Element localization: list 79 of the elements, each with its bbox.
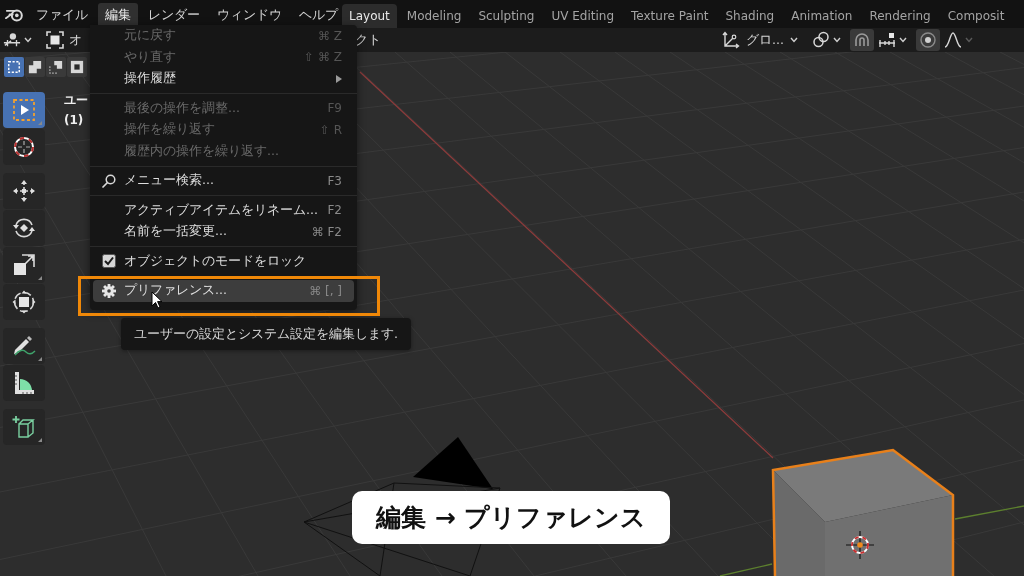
workspace-tab[interactable]: Modeling — [399, 4, 469, 28]
magnet-icon — [853, 31, 871, 49]
ruler-icon — [12, 371, 36, 395]
tool-button[interactable] — [3, 173, 45, 209]
proportional-edit-toggle[interactable] — [916, 29, 940, 51]
shortcut-label: F3 — [327, 173, 342, 188]
mode-dropdown[interactable]: オ — [43, 29, 85, 51]
chevron-down-icon — [833, 37, 841, 43]
menu-item[interactable]: メニュー検索... F3 — [93, 170, 354, 192]
chevron-down-icon — [899, 37, 907, 43]
select-mode-button[interactable] — [67, 57, 87, 77]
orientation-dropdown[interactable]: グロ... — [717, 29, 803, 51]
select-mode-button[interactable] — [46, 57, 66, 77]
workspace-tab[interactable]: Sculpting — [471, 4, 542, 28]
workspace-tab[interactable]: Composit — [940, 4, 1012, 28]
shortcut-label: ⌘ [, ] — [309, 283, 342, 298]
shortcut-label: ⇧ R — [319, 122, 342, 137]
dashed-square-icon — [7, 60, 21, 74]
menu-item[interactable]: ファイル — [29, 2, 95, 28]
header-menu-item[interactable]: クト — [352, 29, 384, 51]
workspace-tab[interactable]: Rendering — [862, 4, 938, 28]
workspace-tab[interactable]: Animation — [784, 4, 860, 28]
chevron-down-icon — [965, 37, 973, 43]
tool-button[interactable] — [3, 247, 45, 283]
y-axis-line — [719, 563, 773, 576]
crosshair-icon — [845, 530, 875, 560]
menu-item[interactable]: ヘルプ — [292, 2, 345, 28]
caption-label: 編集 → プリファレンス — [352, 491, 671, 544]
workspace-tab[interactable]: Shading — [718, 4, 782, 28]
viewport-info-text: (1) — [64, 113, 85, 127]
tooltip: ユーザーの設定とシステム設定を編集します. — [121, 318, 411, 350]
menu-item[interactable]: 操作履歴 — [93, 68, 354, 90]
linked-rings-icon — [812, 31, 830, 49]
workspace-tab[interactable]: Layout — [342, 4, 397, 28]
tool-button[interactable] — [3, 284, 45, 320]
nested-squares-icon — [70, 60, 84, 74]
select-mode-button[interactable] — [25, 57, 45, 77]
tool-button[interactable] — [3, 129, 45, 165]
tool-button[interactable] — [3, 365, 45, 401]
menu-item[interactable]: ウィンドウ — [210, 2, 289, 28]
search-icon — [102, 173, 116, 188]
y-axis-line — [954, 505, 1024, 520]
bell-curve-icon — [944, 31, 962, 49]
shortcut-label: F9 — [327, 101, 342, 116]
four-arrows-icon — [12, 179, 36, 203]
cut-squares-icon — [49, 60, 63, 74]
tool-button[interactable] — [3, 409, 45, 445]
workspace-tab[interactable]: UV Editing — [544, 4, 622, 28]
shortcut-label: ⇧ ⌘ Z — [304, 50, 342, 65]
axes-icon — [722, 31, 741, 49]
square-arrows-ring-icon — [12, 290, 36, 314]
rotate-arrows-icon — [12, 216, 36, 240]
workspace-tab[interactable]: Texture Paint — [624, 4, 716, 28]
tool-button[interactable] — [3, 328, 45, 364]
grid-dots-icon — [878, 31, 896, 49]
viewport-info-text: ユー — [64, 92, 88, 109]
shortcut-label: F2 — [327, 203, 342, 218]
square-frame-icon — [46, 31, 64, 49]
axes-sphere-icon — [3, 31, 21, 49]
chevron-down-icon — [790, 37, 798, 43]
scale-squares-icon — [12, 253, 36, 277]
menu-item[interactable]: レンダー — [141, 2, 207, 28]
chevron-down-icon — [24, 37, 32, 43]
dot-circle-icon — [919, 31, 937, 49]
menu-item[interactable]: オブジェクトのモードをロック — [93, 250, 354, 272]
shortcut-label: ⌘ Z — [317, 28, 342, 43]
tool-button[interactable] — [3, 210, 45, 246]
shortcut-label: ⌘ F2 — [311, 224, 342, 239]
add-cube-icon — [12, 415, 36, 439]
menu-item[interactable]: アクティブアイテムをリネーム... F2 — [93, 199, 354, 221]
snap-toggle[interactable] — [850, 29, 874, 51]
joined-squares-icon — [28, 60, 42, 74]
dashed-ring-icon — [12, 135, 36, 159]
pencil-icon — [12, 334, 36, 358]
select-mode-button[interactable] — [4, 57, 24, 77]
checkbox-icon[interactable] — [102, 254, 116, 269]
menu-item[interactable]: 名前を一括変更... ⌘ F2 — [93, 221, 354, 243]
menu-item[interactable]: 編集 — [98, 2, 138, 28]
gear-icon — [102, 283, 116, 298]
